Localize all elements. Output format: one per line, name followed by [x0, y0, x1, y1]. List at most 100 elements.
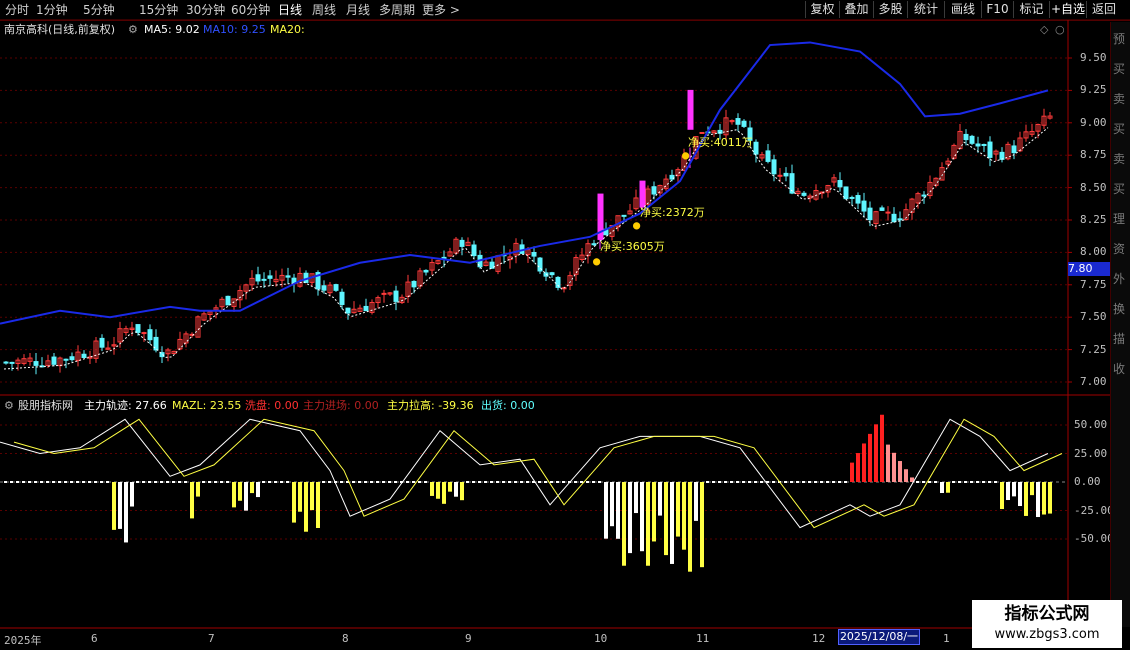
indicator-zero-dash: [934, 481, 937, 483]
indicator-zero-dash: [724, 481, 727, 483]
indicator-bar: [196, 482, 200, 497]
candle-body: [867, 207, 873, 221]
indicator-bar: [676, 482, 680, 537]
indicator-zero-dash: [388, 481, 391, 483]
indicator-zero-dash: [46, 481, 49, 483]
candle-body: [891, 213, 897, 223]
indicator-zero-dash: [340, 481, 343, 483]
candle-body: [975, 143, 981, 147]
indicator-zero-dash: [178, 481, 181, 483]
candle-body: [801, 192, 807, 196]
indicator-zero-dash: [4, 481, 7, 483]
watermark: 指标公式网 www.zbgs3.com: [972, 600, 1122, 648]
sidebar-char: 卖: [1113, 152, 1126, 166]
price-tick-label: 9.25: [1080, 83, 1107, 97]
indicator-bar: [898, 461, 902, 482]
sidebar-char: 理: [1113, 212, 1126, 226]
indicator-zero-dash: [784, 481, 787, 483]
indicator-zero-dash: [466, 481, 469, 483]
candle-body: [135, 324, 141, 333]
sidebar-char: 卖: [1113, 92, 1126, 106]
indicator-zero-dash: [586, 481, 589, 483]
indicator-zero-dash: [148, 481, 151, 483]
indicator-zero-dash: [76, 481, 79, 483]
indicator-zero-dash: [352, 481, 355, 483]
indicator-bar: [1018, 482, 1022, 507]
indicator-bar: [292, 482, 296, 523]
indicator-bar: [658, 482, 662, 516]
indicator-zero-dash: [820, 481, 823, 483]
indicator-zero-dash: [28, 481, 31, 483]
candle-body: [765, 150, 771, 162]
indicator-bar: [904, 469, 908, 482]
candle-body: [393, 290, 399, 302]
indicator-zero-dash: [40, 481, 43, 483]
candle-body: [735, 118, 741, 125]
indicator-zero-dash: [526, 481, 529, 483]
indicator-bar: [610, 482, 614, 527]
indicator-bar: [640, 482, 644, 552]
indicator-bar: [670, 482, 674, 564]
candle-body: [9, 361, 15, 364]
indicator-zero-dash: [790, 481, 793, 483]
money-bag-icon: ●: [682, 148, 690, 162]
sidebar-char: 描: [1113, 332, 1126, 346]
candle-body: [651, 186, 657, 195]
indicator-zero-dash: [706, 481, 709, 483]
indicator-bar: [1012, 482, 1016, 497]
indicator-zero-dash: [772, 481, 775, 483]
candle-body: [321, 285, 327, 291]
indicator-bar: [628, 482, 632, 554]
indicator-bar: [118, 482, 122, 529]
candle-body: [423, 269, 429, 273]
indicator-zero-dash: [748, 481, 751, 483]
candle-body: [333, 284, 339, 291]
indicator-zero-dash: [286, 481, 289, 483]
indicator-zero-dash: [184, 481, 187, 483]
indicator-zero-dash: [424, 481, 427, 483]
indicator-bar: [454, 482, 458, 497]
indicator-zero-dash: [712, 481, 715, 483]
indicator-zero-dash: [976, 481, 979, 483]
candle-body: [339, 291, 345, 305]
indicator-zero-dash: [172, 481, 175, 483]
indicator-zero-dash: [412, 481, 415, 483]
indicator-bar: [1006, 482, 1010, 501]
sidebar-char: 买: [1113, 182, 1126, 196]
sidebar-char: 资: [1113, 242, 1126, 256]
indicator-bar: [1042, 482, 1046, 515]
indicator-bar: [856, 453, 860, 482]
indicator-zero-dash: [598, 481, 601, 483]
indicator-zero-dash: [718, 481, 721, 483]
price-tick-label: 9.50: [1080, 51, 1107, 64]
indicator-zero-dash: [508, 481, 511, 483]
indicator-zero-dash: [70, 481, 73, 483]
indicator-bar: [298, 482, 302, 512]
indicator-bar: [1000, 482, 1004, 510]
cursor-date-box: 2025/12/08/一: [838, 629, 920, 645]
x-label-year: 2025年: [4, 634, 42, 647]
indicator-bar: [886, 444, 890, 482]
price-tick-label: 7.50: [1080, 310, 1107, 324]
candle-body: [771, 159, 777, 175]
indicator-zero-dash: [490, 481, 493, 483]
indicator-bar: [634, 482, 638, 514]
candle-body: [141, 332, 147, 335]
kline-chart[interactable]: [0, 0, 1130, 650]
candle-body: [51, 356, 57, 365]
indicator-zero-dash: [922, 481, 925, 483]
indicator-zero-dash: [580, 481, 583, 483]
candle-body: [687, 89, 694, 130]
indicator-zero-dash: [562, 481, 565, 483]
indicator-bar: [880, 414, 884, 482]
indicator-zero-dash: [484, 481, 487, 483]
candle-body: [837, 180, 843, 188]
indicator-bar: [130, 482, 134, 507]
indicator-zero-dash: [394, 481, 397, 483]
right-sidebar[interactable]: [1110, 22, 1130, 627]
candle-body: [81, 353, 87, 358]
indicator-bar: [688, 482, 692, 572]
indicator-bar: [700, 482, 704, 568]
candle-body: [381, 292, 387, 295]
indicator-zero-dash: [814, 481, 817, 483]
